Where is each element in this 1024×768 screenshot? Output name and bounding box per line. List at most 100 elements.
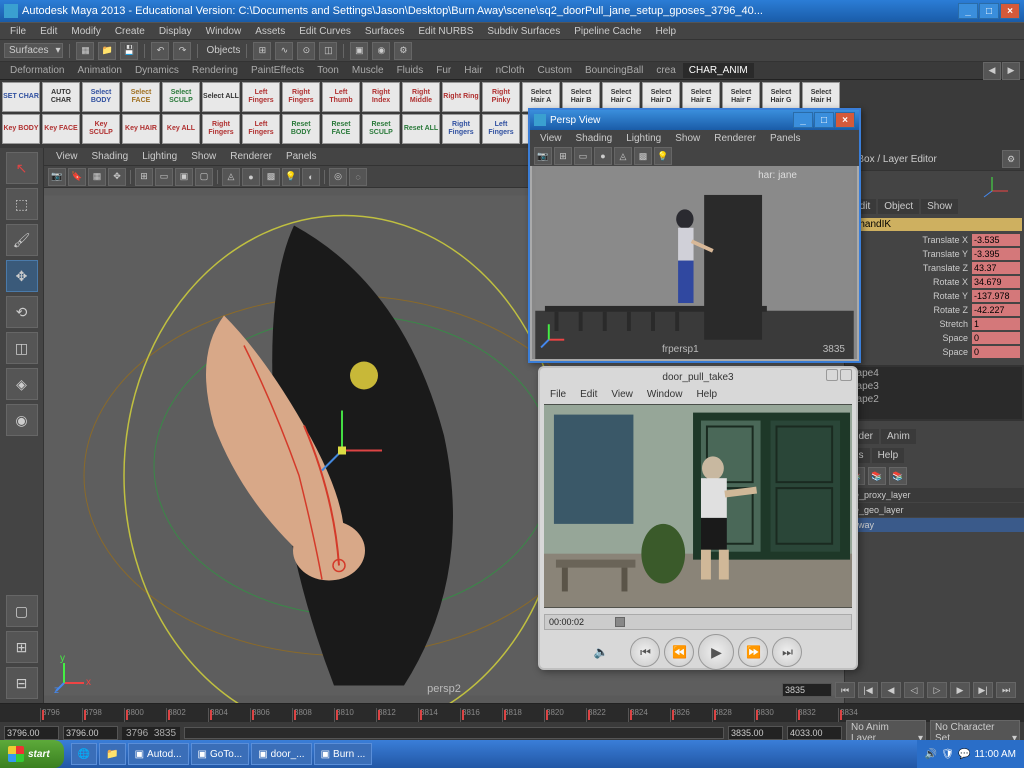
video-forward-button[interactable]: ⏩ bbox=[738, 637, 768, 667]
persp-gate-icon[interactable]: ▭ bbox=[574, 147, 592, 165]
display-layer[interactable]: ne_proxy_layer bbox=[845, 488, 1024, 502]
attr-value-field[interactable]: -3.395 bbox=[972, 248, 1020, 260]
minimize-button[interactable]: _ bbox=[958, 3, 978, 19]
shelf-btn-key-hair[interactable]: Key HAIR bbox=[122, 114, 160, 144]
shelf-tab-fluids[interactable]: Fluids bbox=[391, 63, 430, 78]
attr-value-field[interactable]: -3.535 bbox=[972, 234, 1020, 246]
taskbar-item[interactable]: ▣Burn ... bbox=[314, 743, 373, 765]
menu-edit-curves[interactable]: Edit Curves bbox=[293, 26, 357, 37]
shelf-btn-right-pinky[interactable]: Right Pinky bbox=[482, 82, 520, 112]
render-settings-icon[interactable]: ⚙ bbox=[394, 42, 412, 60]
rotate-tool[interactable]: ⟲ bbox=[6, 296, 38, 328]
persp-tex-icon[interactable]: ▩ bbox=[634, 147, 652, 165]
menu-help[interactable]: Help bbox=[649, 26, 682, 37]
video-next-button[interactable]: ⏭ bbox=[772, 637, 802, 667]
shelf-left-arrow-icon[interactable]: ◀ bbox=[983, 62, 1001, 80]
menu-create[interactable]: Create bbox=[109, 26, 151, 37]
taskbar-item[interactable]: ▣door_... bbox=[251, 743, 311, 765]
shelf-tab-ncloth[interactable]: nCloth bbox=[490, 63, 531, 78]
step-forward-button[interactable]: ▶ bbox=[950, 682, 970, 698]
persp-menu-panels[interactable]: Panels bbox=[764, 133, 807, 144]
cb-menu-object[interactable]: Object bbox=[878, 199, 919, 214]
display-layer[interactable]: allway bbox=[845, 518, 1024, 532]
attr-value-field[interactable]: 34.679 bbox=[972, 276, 1020, 288]
shelf-tab-fur[interactable]: Fur bbox=[430, 63, 457, 78]
video-menu-edit[interactable]: Edit bbox=[574, 389, 603, 400]
quicklaunch-2[interactable]: 📁 bbox=[99, 743, 125, 765]
snap-plane-icon[interactable]: ◫ bbox=[319, 42, 337, 60]
shelf-btn-reset-sculp[interactable]: Reset SCULP bbox=[362, 114, 400, 144]
menu-edit[interactable]: Edit bbox=[34, 26, 63, 37]
menu-window[interactable]: Window bbox=[200, 26, 248, 37]
layer-book2-icon[interactable]: 📚 bbox=[868, 467, 886, 485]
shelf-tab-painteffects[interactable]: PaintEffects bbox=[245, 63, 310, 78]
undo-icon[interactable]: ↶ bbox=[151, 42, 169, 60]
video-player-window[interactable]: door_pull_take3 FileEditViewWindowHelp bbox=[538, 366, 858, 670]
persp-menu-lighting[interactable]: Lighting bbox=[620, 133, 667, 144]
layout-icon[interactable]: ⊟ bbox=[6, 667, 38, 699]
vp-isolate-icon[interactable]: ◎ bbox=[329, 168, 347, 186]
soft-mod-tool[interactable]: ◉ bbox=[6, 404, 38, 436]
persp-maximize-button[interactable]: □ bbox=[814, 112, 834, 128]
menu-file[interactable]: File bbox=[4, 26, 32, 37]
shelf-btn-select-all[interactable]: Select ALL bbox=[202, 82, 240, 112]
shelf-tab-animation[interactable]: Animation bbox=[71, 63, 127, 78]
vp-textured-icon[interactable]: ▩ bbox=[262, 168, 280, 186]
shelf-btn-reset-body[interactable]: Reset BODY bbox=[282, 114, 320, 144]
shelf-btn-reset-face[interactable]: Reset FACE bbox=[322, 114, 360, 144]
video-menu-help[interactable]: Help bbox=[690, 389, 723, 400]
shelf-btn-left-thumb[interactable]: Left Thumb bbox=[322, 82, 360, 112]
shelf-btn-right-fingers[interactable]: Right Fingers bbox=[202, 114, 240, 144]
shelf-tab-hair[interactable]: Hair bbox=[458, 63, 488, 78]
video-zoom-button[interactable] bbox=[840, 369, 852, 381]
shape-node[interactable]: hape3 bbox=[847, 380, 1022, 393]
persp-wire-icon[interactable]: ◬ bbox=[614, 147, 632, 165]
range-slider[interactable] bbox=[184, 727, 724, 739]
taskbar-item[interactable]: ▣GoTo... bbox=[191, 743, 250, 765]
shelf-btn-right-fingers[interactable]: Right Fingers bbox=[442, 114, 480, 144]
vp-menu-shading[interactable]: Shading bbox=[86, 151, 135, 162]
attr-value-field[interactable]: -137.978 bbox=[972, 290, 1020, 302]
persp-menu-renderer[interactable]: Renderer bbox=[708, 133, 762, 144]
layer-book3-icon[interactable]: 📚 bbox=[889, 467, 907, 485]
redo-icon[interactable]: ↷ bbox=[173, 42, 191, 60]
vp-safe-icon[interactable]: ▢ bbox=[195, 168, 213, 186]
shelf-btn-key-face[interactable]: Key FACE bbox=[42, 114, 80, 144]
attr-value-field[interactable]: 0 bbox=[972, 346, 1020, 358]
shelf-tab-deformation[interactable]: Deformation bbox=[4, 63, 70, 78]
play-back-button[interactable]: ◁ bbox=[904, 682, 924, 698]
persp-cam-icon[interactable]: 📷 bbox=[534, 147, 552, 165]
single-pane-icon[interactable]: ▢ bbox=[6, 595, 38, 627]
open-icon[interactable]: 📁 bbox=[98, 42, 116, 60]
persp-viewport[interactable]: har: jane frpersp1 3835 bbox=[532, 166, 857, 359]
shelf-tab-toon[interactable]: Toon bbox=[311, 63, 345, 78]
shelf-btn-left-fingers[interactable]: Left Fingers bbox=[242, 114, 280, 144]
video-menu-file[interactable]: File bbox=[544, 389, 572, 400]
shelf-btn-key-all[interactable]: Key ALL bbox=[162, 114, 200, 144]
vp-menu-lighting[interactable]: Lighting bbox=[136, 151, 183, 162]
shelf-tab-bouncingball[interactable]: BouncingBall bbox=[579, 63, 649, 78]
attr-value-field[interactable]: -42.227 bbox=[972, 304, 1020, 316]
display-layer[interactable]: ne_geo_layer bbox=[845, 503, 1024, 517]
quicklaunch-1[interactable]: 🌐 bbox=[71, 743, 97, 765]
step-back-key-button[interactable]: |◀ bbox=[858, 682, 878, 698]
shelf-btn-key-body[interactable]: Key BODY bbox=[2, 114, 40, 144]
layer-tab-anim[interactable]: Anim bbox=[881, 429, 916, 444]
shelf-btn-select-body[interactable]: Select BODY bbox=[82, 82, 120, 112]
vp-lights-icon[interactable]: 💡 bbox=[282, 168, 300, 186]
vp-shadows-icon[interactable]: ◐ bbox=[302, 168, 320, 186]
video-menu-view[interactable]: View bbox=[605, 389, 639, 400]
range-start-field[interactable] bbox=[4, 726, 59, 740]
shelf-btn-left-fingers[interactable]: Left Fingers bbox=[482, 114, 520, 144]
attr-value-field[interactable]: 43.37 bbox=[972, 262, 1020, 274]
vp-2d-pan-icon[interactable]: ✥ bbox=[108, 168, 126, 186]
system-tray[interactable]: 🔊 🛡 💬 11:00 AM bbox=[917, 740, 1024, 768]
play-forward-button[interactable]: ▷ bbox=[927, 682, 947, 698]
persp-shaded-icon[interactable]: ● bbox=[594, 147, 612, 165]
current-frame-field[interactable] bbox=[782, 683, 832, 697]
step-forward-key-button[interactable]: ▶| bbox=[973, 682, 993, 698]
playback-end-field[interactable] bbox=[728, 726, 783, 740]
goto-end-button[interactable]: ⏭ bbox=[996, 682, 1016, 698]
shelf-tab-crea[interactable]: crea bbox=[650, 63, 681, 78]
taskbar-item[interactable]: ▣Autod... bbox=[128, 743, 189, 765]
